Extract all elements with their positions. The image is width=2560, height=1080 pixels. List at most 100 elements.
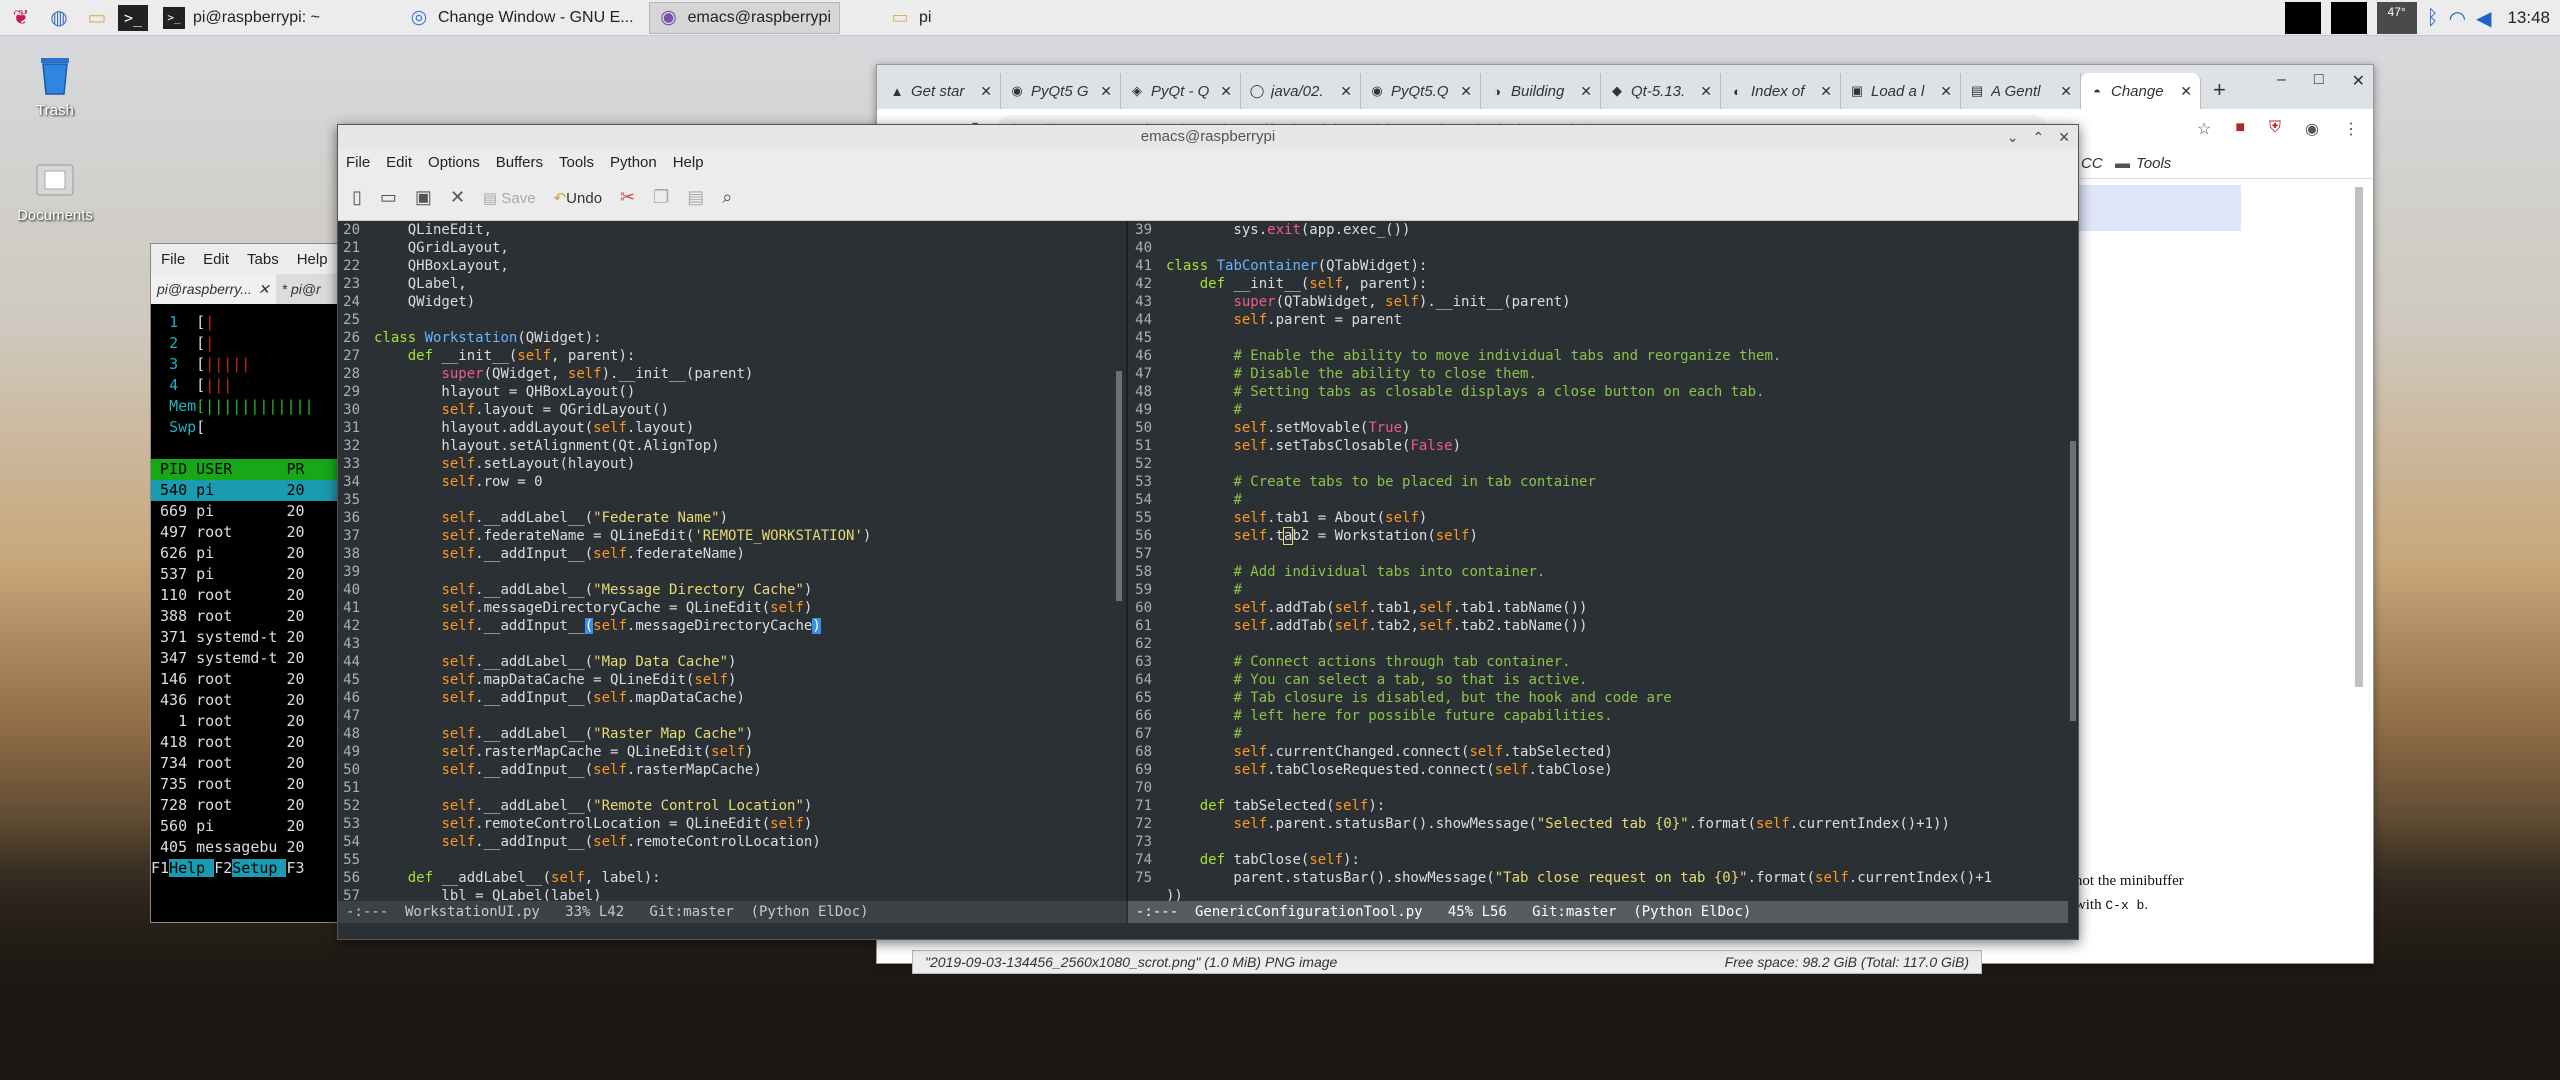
code-line[interactable]: 43: [338, 635, 1128, 653]
code-line[interactable]: 32 hlayout.setAlignment(Qt.AlignTop): [338, 437, 1128, 455]
cpu-monitor[interactable]: [2284, 2, 2321, 34]
code-line[interactable]: 53 # Create tabs to be placed in tab con…: [1128, 473, 2068, 491]
code-line[interactable]: 36 self.__addLabel__("Federate Name"): [338, 509, 1128, 527]
code-line[interactable]: 50 self.setMovable(True): [1128, 419, 2068, 437]
taskbar-task-files[interactable]: ▭ pi: [880, 2, 940, 34]
bluetooth-icon[interactable]: ᛒ: [2427, 7, 2439, 30]
close-tab-icon[interactable]: ✕: [1460, 83, 1472, 100]
terminal-menu-item[interactable]: Help: [297, 251, 328, 268]
code-line[interactable]: 21 QGridLayout,: [338, 239, 1128, 257]
open-folder-icon[interactable]: ▭: [380, 187, 397, 208]
code-line[interactable]: 73: [1128, 833, 2068, 851]
code-line[interactable]: 66 # left here for possible future capab…: [1128, 707, 2068, 725]
ublock-icon[interactable]: ⛨: [2269, 119, 2281, 139]
close-tab-icon[interactable]: ✕: [1580, 83, 1592, 100]
code-line[interactable]: 55: [338, 851, 1128, 869]
process-row[interactable]: 540 pi 20: [151, 480, 349, 501]
close-tab-icon[interactable]: ✕: [1940, 83, 1952, 100]
browser-tab[interactable]: ◑ Building ✕: [1481, 73, 1601, 109]
browser-tab[interactable]: ▣ Load a l ✕: [1841, 73, 1961, 109]
process-row[interactable]: 436 root 20: [151, 690, 349, 711]
cut-icon[interactable]: ✂: [620, 187, 635, 208]
desktop-icon-documents[interactable]: Documents: [10, 155, 100, 224]
process-row[interactable]: 728 root 20: [151, 795, 349, 816]
web-browser-launcher-icon[interactable]: ◍: [42, 1, 76, 35]
process-row[interactable]: 146 root 20: [151, 669, 349, 690]
process-row[interactable]: 537 pi 20: [151, 564, 349, 585]
code-line[interactable]: 65 # Tab closure is disabled, but the ho…: [1128, 689, 2068, 707]
paste-icon[interactable]: ▤: [687, 187, 704, 208]
code-line[interactable]: 22 QHBoxLayout,: [338, 257, 1128, 275]
code-line[interactable]: 70: [1128, 779, 2068, 797]
taskbar-task-terminal[interactable]: >_ pi@raspberrypi: ~: [154, 2, 329, 34]
code-line[interactable]: 62: [1128, 635, 2068, 653]
code-line[interactable]: 38 self.__addInput__(self.federateName): [338, 545, 1128, 563]
process-row[interactable]: 388 root 20: [151, 606, 349, 627]
process-row[interactable]: 347 systemd-t 20: [151, 648, 349, 669]
code-line[interactable]: 34 self.row = 0: [338, 473, 1128, 491]
extension-icon[interactable]: ■: [2235, 119, 2245, 139]
emacs-menu-item[interactable]: Buffers: [496, 154, 543, 171]
process-row[interactable]: 734 root 20: [151, 753, 349, 774]
code-line[interactable]: 45 self.mapDataCache = QLineEdit(self): [338, 671, 1128, 689]
terminal-menu-item[interactable]: Tabs: [247, 251, 279, 268]
close-icon[interactable]: ✕: [2058, 125, 2070, 149]
desktop-icon-trash[interactable]: Trash: [10, 50, 100, 119]
process-row[interactable]: 371 systemd-t 20: [151, 627, 349, 648]
profile-icon[interactable]: ◉: [2305, 119, 2319, 139]
code-line[interactable]: 68 self.currentChanged.connect(self.tabS…: [1128, 743, 2068, 761]
emacs-menu-item[interactable]: Options: [428, 154, 480, 171]
close-tab-icon[interactable]: ✕: [1340, 83, 1352, 100]
browser-tab[interactable]: ◓ Change ✕: [2081, 73, 2201, 109]
clock[interactable]: 13:48: [2507, 8, 2550, 28]
code-line[interactable]: 51: [338, 779, 1128, 797]
code-line[interactable]: 41 class TabContainer(QTabWidget):: [1128, 257, 2068, 275]
code-line[interactable]: 26 class Workstation(QWidget):: [338, 329, 1128, 347]
code-line[interactable]: 20 QLineEdit,: [338, 221, 1128, 239]
close-buffer-icon[interactable]: ✕: [450, 187, 465, 208]
emacs-menu-item[interactable]: Help: [673, 154, 704, 171]
new-tab-button[interactable]: +: [2201, 77, 2238, 109]
code-line[interactable]: 58 # Add individual tabs into container.: [1128, 563, 2068, 581]
browser-tab[interactable]: ◆ Qt-5.13. ✕: [1601, 73, 1721, 109]
code-line[interactable]: 56 self.tab2 = Workstation(self): [1128, 527, 2068, 545]
code-line[interactable]: 30 self.layout = QGridLayout(): [338, 401, 1128, 419]
volume-icon[interactable]: ◀: [2476, 6, 2491, 31]
code-line[interactable]: 31 hlayout.addLayout(self.layout): [338, 419, 1128, 437]
code-line[interactable]: 42 self.__addInput__(self.messageDirecto…: [338, 617, 1128, 635]
code-line[interactable]: 25: [338, 311, 1128, 329]
process-row[interactable]: 405 messagebu 20: [151, 837, 349, 858]
taskbar-task-browser[interactable]: ◎ Change Window - GNU E...: [399, 2, 643, 34]
code-line[interactable]: 74 def tabClose(self):: [1128, 851, 2068, 869]
close-tab-icon[interactable]: ✕: [1820, 83, 1832, 100]
minimize-icon[interactable]: –: [2277, 71, 2286, 91]
terminal-launcher-icon[interactable]: >_: [118, 4, 148, 31]
bookmark-cc[interactable]: CC: [2081, 155, 2103, 172]
maximize-icon[interactable]: □: [2314, 71, 2324, 91]
function-key-label[interactable]: Setup: [232, 859, 287, 877]
scrollbar-thumb[interactable]: [2355, 187, 2363, 687]
code-line[interactable]: 44 self.parent = parent: [1128, 311, 2068, 329]
close-tab-icon[interactable]: ✕: [1700, 83, 1712, 100]
code-line[interactable]: 28 super(QWidget, self).__init__(parent): [338, 365, 1128, 383]
code-line[interactable]: 48 self.__addLabel__("Raster Map Cache"): [338, 725, 1128, 743]
code-line[interactable]: 37 self.federateName = QLineEdit('REMOTE…: [338, 527, 1128, 545]
save-button[interactable]: ▤ Save: [483, 189, 536, 207]
function-key[interactable]: F1: [151, 859, 169, 877]
close-tab-icon[interactable]: ✕: [2060, 83, 2072, 100]
code-line[interactable]: 41 self.messageDirectoryCache = QLineEdi…: [338, 599, 1128, 617]
raspberry-menu-icon[interactable]: ❦: [4, 1, 38, 35]
code-line[interactable]: 54 #: [1128, 491, 2068, 509]
code-line[interactable]: 75 parent.statusBar().showMessage("Tab c…: [1128, 869, 2068, 887]
code-line[interactable]: 53 self.remoteControlLocation = QLineEdi…: [338, 815, 1128, 833]
code-line[interactable]: 60 self.addTab(self.tab1,self.tab1.tabNa…: [1128, 599, 2068, 617]
emacs-right-pane[interactable]: 39 sys.exit(app.exec_()) 40 41 class TabCon…: [1126, 221, 2068, 901]
process-row[interactable]: 669 pi 20: [151, 501, 349, 522]
process-row[interactable]: 497 root 20: [151, 522, 349, 543]
terminal-tab[interactable]: pi@raspberry... ✕: [151, 274, 276, 304]
code-line[interactable]: 49 #: [1128, 401, 2068, 419]
htop-output[interactable]: 1 [| 2 [| 3 [||||| 4 [||| Mem[||||||||||…: [151, 304, 349, 922]
close-tab-icon[interactable]: ✕: [1100, 83, 1112, 100]
menu-icon[interactable]: ⋮: [2343, 119, 2359, 139]
emacs-menu-item[interactable]: Edit: [386, 154, 412, 171]
